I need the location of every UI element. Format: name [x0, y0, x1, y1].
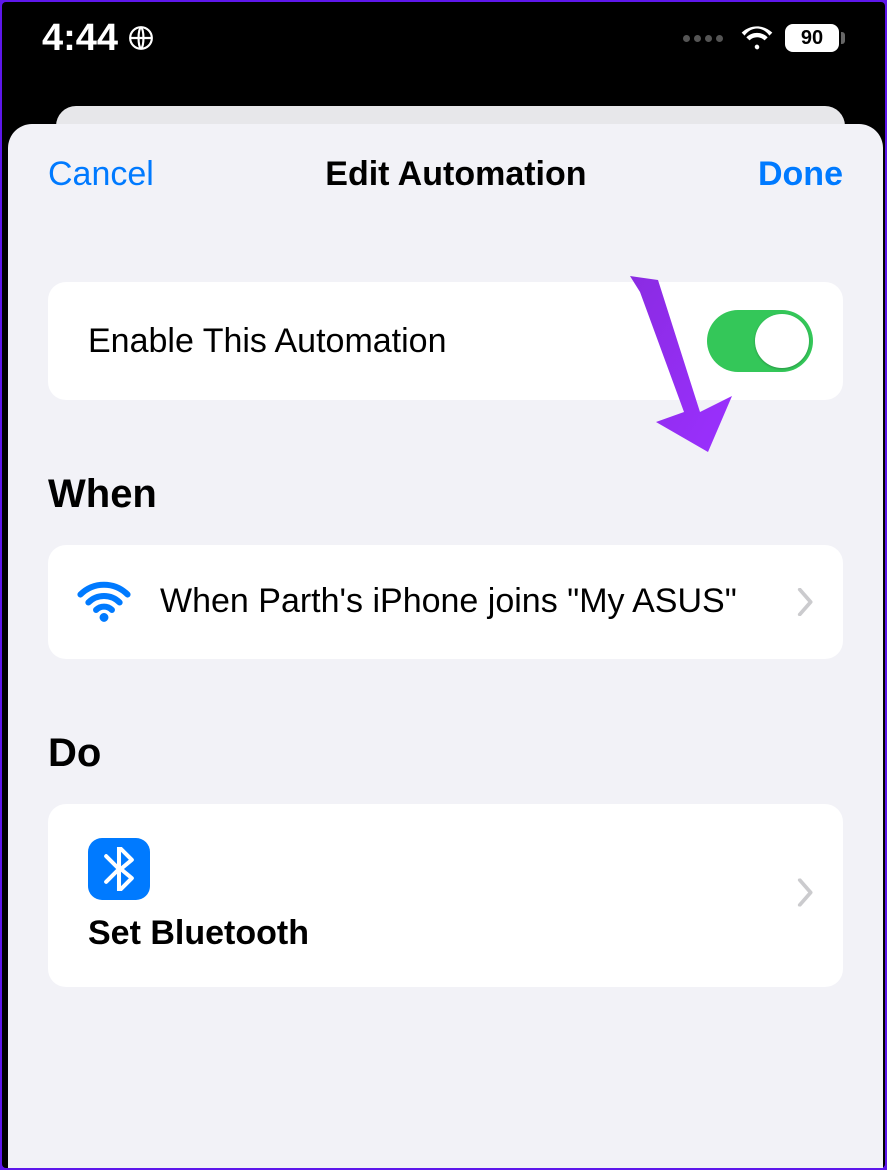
do-section-header: Do: [48, 731, 843, 776]
device-frame: 4:44 90 Cancel Edit Automation Done: [2, 2, 885, 1168]
wifi-trigger-icon: [76, 580, 132, 624]
wifi-icon: [741, 25, 773, 51]
globe-icon: [128, 25, 154, 51]
chevron-right-icon: [797, 879, 815, 907]
bluetooth-icon: [88, 838, 150, 900]
cell-dots-icon: [683, 35, 723, 42]
page-title: Edit Automation: [325, 155, 586, 194]
modal-sheet: Cancel Edit Automation Done Enable This …: [8, 124, 883, 1168]
chevron-right-icon: [797, 588, 815, 616]
done-button[interactable]: Done: [758, 155, 843, 194]
status-time: 4:44: [42, 17, 118, 60]
cancel-button[interactable]: Cancel: [48, 155, 154, 194]
enable-automation-label: Enable This Automation: [88, 322, 447, 361]
do-action-label: Set Bluetooth: [88, 914, 815, 953]
do-action-row[interactable]: Set Bluetooth: [48, 804, 843, 987]
when-trigger-row[interactable]: When Parth's iPhone joins "My ASUS": [48, 545, 843, 659]
nav-bar: Cancel Edit Automation Done: [8, 124, 883, 224]
battery-level: 90: [801, 27, 823, 50]
enable-automation-toggle[interactable]: [707, 310, 813, 372]
battery-icon: 90: [785, 24, 845, 52]
when-trigger-text: When Parth's iPhone joins "My ASUS": [160, 579, 769, 625]
enable-automation-row: Enable This Automation: [48, 282, 843, 400]
when-section-header: When: [48, 472, 843, 517]
status-bar: 4:44 90: [2, 2, 885, 74]
